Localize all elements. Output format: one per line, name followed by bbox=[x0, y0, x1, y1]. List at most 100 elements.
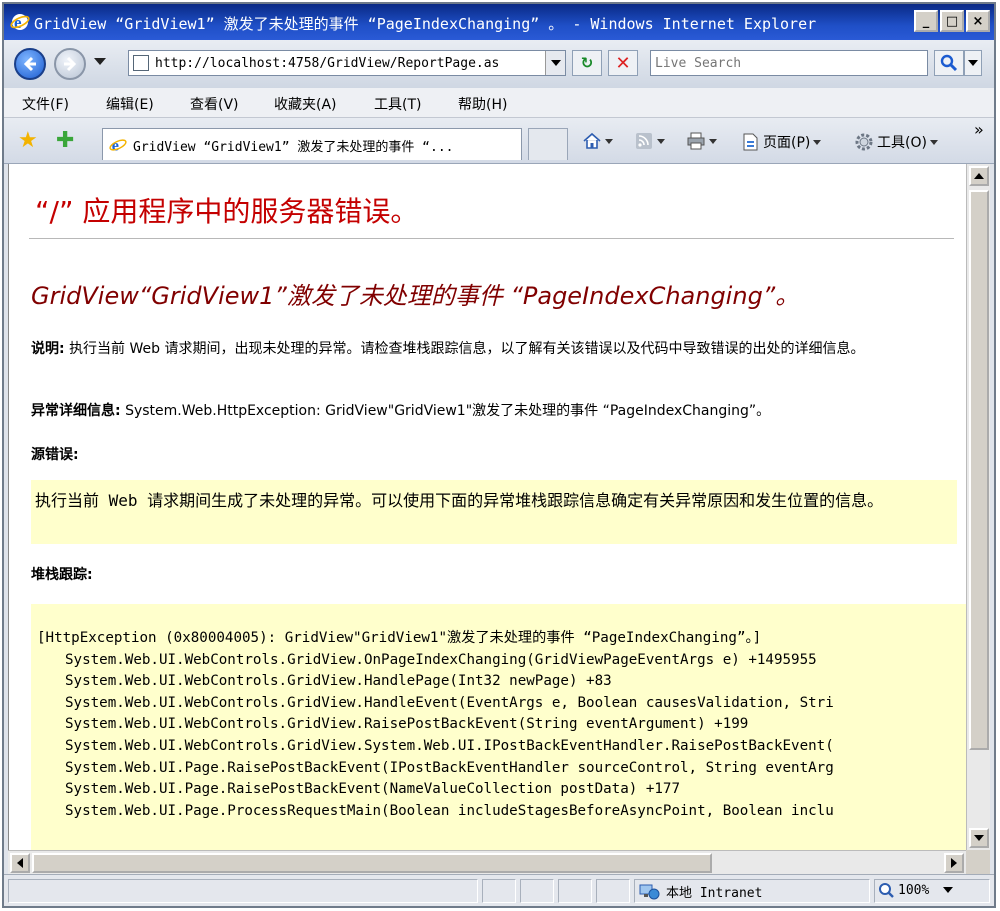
home-icon bbox=[583, 132, 601, 149]
favorites-center-button[interactable]: ★ bbox=[18, 128, 38, 153]
menu-favorites[interactable]: 收藏夹(A) bbox=[274, 94, 337, 114]
chevron-down-icon bbox=[813, 139, 822, 145]
description-label: 说明: bbox=[31, 341, 65, 357]
zoom-level: 100% bbox=[898, 882, 930, 898]
horizontal-scrollbar[interactable] bbox=[8, 850, 966, 874]
zoom-icon bbox=[879, 883, 894, 898]
menu-help[interactable]: 帮助(H) bbox=[458, 94, 507, 114]
printer-icon bbox=[687, 132, 705, 150]
scroll-right-button[interactable] bbox=[944, 853, 964, 873]
zoom-control[interactable]: 100% bbox=[878, 882, 954, 898]
chevron-down-icon bbox=[929, 139, 938, 145]
forward-button[interactable] bbox=[54, 48, 86, 80]
search-input[interactable] bbox=[651, 51, 927, 75]
menu-tools[interactable]: 工具(T) bbox=[374, 94, 421, 114]
status-pane bbox=[520, 879, 554, 903]
scroll-left-button[interactable] bbox=[10, 853, 30, 873]
stack-trace-line: System.Web.UI.WebControls.GridView.Raise… bbox=[65, 716, 749, 733]
stack-trace-line: System.Web.UI.WebControls.GridView.OnPag… bbox=[65, 651, 817, 668]
print-button[interactable] bbox=[686, 132, 717, 150]
forward-arrow-icon bbox=[64, 56, 77, 72]
exception-details-text: System.Web.HttpException: GridView"GridV… bbox=[125, 403, 771, 419]
stack-trace-line: System.Web.UI.Page.RaisePostBackEvent(Na… bbox=[65, 781, 680, 798]
menu-edit[interactable]: 编辑(E) bbox=[106, 94, 154, 114]
menu-view[interactable]: 查看(V) bbox=[190, 94, 239, 114]
address-toolbar: ↻ ✕ bbox=[4, 40, 994, 88]
search-button[interactable] bbox=[934, 50, 964, 76]
feeds-button[interactable] bbox=[634, 132, 665, 150]
horizontal-scroll-thumb[interactable] bbox=[32, 853, 712, 873]
stack-trace-line: System.Web.UI.WebControls.GridView.Handl… bbox=[65, 694, 834, 711]
exception-details-block: 异常详细信息: System.Web.HttpException: GridVi… bbox=[31, 402, 961, 421]
tools-menu-label: 工具(O) bbox=[877, 135, 927, 151]
stack-trace-line: System.Web.UI.Page.ProcessRequestMain(Bo… bbox=[65, 802, 834, 819]
page-menu-button[interactable]: 页面(P) bbox=[740, 132, 822, 152]
stack-trace-line: System.Web.UI.WebControls.GridView.Syste… bbox=[65, 737, 834, 754]
tools-menu-button[interactable]: 工具(O) bbox=[854, 132, 938, 152]
scrollbar-corner bbox=[966, 850, 990, 874]
add-favorites-button[interactable]: ✚ bbox=[56, 128, 74, 153]
exception-details-label: 异常详细信息: bbox=[31, 403, 121, 419]
error-title: GridView“GridView1”激发了未处理的事件 “PageIndexC… bbox=[31, 282, 800, 310]
address-input[interactable] bbox=[155, 53, 540, 73]
chevron-up-icon bbox=[974, 173, 984, 179]
security-zone[interactable]: 本地 Intranet bbox=[638, 882, 762, 901]
source-error-label: 源错误: bbox=[31, 447, 79, 463]
security-zone-label: 本地 Intranet bbox=[666, 886, 763, 901]
minimize-button[interactable]: _ bbox=[914, 10, 938, 32]
title-bar[interactable]: e GridView “GridView1” 激发了未处理的事件 “PageIn… bbox=[4, 4, 994, 40]
scroll-up-button[interactable] bbox=[969, 166, 989, 186]
search-box bbox=[650, 50, 928, 76]
window-controls: _ □ × bbox=[914, 10, 990, 32]
back-arrow-icon bbox=[23, 56, 36, 72]
home-button[interactable] bbox=[582, 132, 613, 150]
chevron-down-icon bbox=[657, 138, 665, 144]
chevron-left-icon bbox=[17, 858, 23, 868]
search-icon bbox=[940, 54, 958, 72]
page-icon bbox=[133, 55, 149, 71]
stack-trace-line: [HttpException (0x80004005): GridView"Gr… bbox=[37, 630, 762, 646]
rss-feed-icon bbox=[636, 133, 652, 149]
menu-bar: 文件(F) 编辑(E) 查看(V) 收藏夹(A) 工具(T) 帮助(H) bbox=[4, 88, 994, 118]
stack-trace-line: System.Web.UI.Page.RaisePostBackEvent(IP… bbox=[65, 759, 834, 776]
vertical-scrollbar[interactable] bbox=[966, 164, 990, 850]
close-button[interactable]: × bbox=[966, 10, 990, 32]
window-title: GridView “GridView1” 激发了未处理的事件 “PageInde… bbox=[34, 15, 817, 33]
svg-text:e: e bbox=[14, 13, 22, 32]
ie-window: e GridView “GridView1” 激发了未处理的事件 “PageIn… bbox=[2, 2, 996, 908]
scroll-down-button[interactable] bbox=[969, 828, 989, 848]
chevron-down-icon bbox=[605, 138, 613, 144]
recent-pages-dropdown[interactable] bbox=[94, 58, 106, 65]
back-button[interactable] bbox=[14, 48, 46, 80]
page-content: “/” 应用程序中的服务器错误。 GridView“GridView1”激发了未… bbox=[8, 164, 966, 850]
menu-file[interactable]: 文件(F) bbox=[22, 94, 69, 114]
status-pane bbox=[558, 879, 592, 903]
chevron-down-icon bbox=[550, 60, 561, 66]
toolbar-overflow-button[interactable]: » bbox=[974, 120, 984, 139]
maximize-button[interactable]: □ bbox=[940, 10, 964, 32]
chevron-down-icon bbox=[709, 138, 717, 144]
page-menu-label: 页面(P) bbox=[763, 135, 811, 151]
gear-icon bbox=[855, 133, 873, 151]
search-options-dropdown[interactable] bbox=[964, 50, 982, 76]
refresh-button[interactable]: ↻ bbox=[572, 50, 602, 76]
status-pane bbox=[596, 879, 630, 903]
tab-title: GridView “GridView1” 激发了未处理的事件 “... bbox=[133, 140, 454, 155]
stop-button[interactable]: ✕ bbox=[608, 50, 638, 76]
new-tab-button[interactable] bbox=[528, 128, 568, 160]
description-text: 执行当前 Web 请求期间，出现未处理的异常。请检查堆栈跟踪信息，以了解有关该错… bbox=[69, 341, 865, 357]
tab-current[interactable]: e GridView “GridView1” 激发了未处理的事件 “... bbox=[102, 128, 522, 160]
status-bar: 本地 Intranet 100% bbox=[4, 874, 994, 906]
address-bar bbox=[128, 50, 566, 76]
description-block: 说明: 执行当前 Web 请求期间，出现未处理的异常。请检查堆栈跟踪信息，以了解… bbox=[31, 340, 961, 359]
chevron-down-icon bbox=[943, 887, 954, 893]
source-error-box: 执行当前 Web 请求期间生成了未处理的异常。可以使用下面的异常堆栈跟踪信息确定… bbox=[31, 480, 957, 544]
vertical-scroll-thumb[interactable] bbox=[969, 190, 989, 750]
stack-trace-label: 堆栈跟踪: bbox=[31, 567, 93, 583]
svg-text:e: e bbox=[112, 136, 119, 154]
page-heading: “/” 应用程序中的服务器错误。 bbox=[35, 195, 419, 228]
intranet-zone-icon bbox=[639, 884, 660, 899]
chevron-right-icon bbox=[951, 858, 957, 868]
address-dropdown-button[interactable] bbox=[545, 51, 565, 75]
stack-trace-line: System.Web.UI.WebControls.GridView.Handl… bbox=[65, 673, 612, 690]
